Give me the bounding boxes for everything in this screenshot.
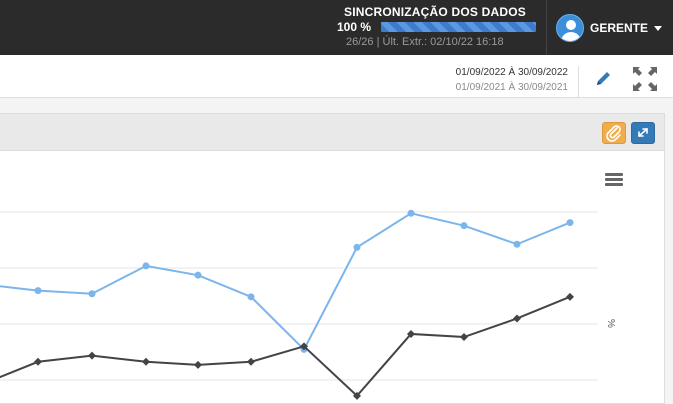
sync-progress-fill [381,22,536,32]
series-line-previous [0,295,571,398]
chart-menu-button[interactable] [605,173,623,189]
data-point[interactable] [353,243,361,251]
data-point[interactable] [566,292,574,301]
data-point[interactable] [513,240,521,248]
chart-panel-header [0,114,664,151]
data-point[interactable] [194,360,202,369]
data-point[interactable] [566,219,574,227]
user-avatar-icon [556,14,584,42]
data-point[interactable] [88,351,96,360]
attach-button[interactable] [602,122,626,144]
data-point[interactable] [460,333,468,342]
topbar-divider [546,0,547,55]
fullscreen-icon [638,128,648,137]
sync-title: SINCRONIZAÇÃO DOS DADOS [344,5,526,19]
data-point[interactable] [34,357,42,366]
sync-subtitle: 26/26 | Últ. Extr.: 02/10/22 16:18 [346,36,504,48]
line-chart [0,209,598,400]
top-bar: SINCRONIZAÇÃO DOS DADOS 100 % 26/26 | Úl… [0,0,673,55]
user-menu-button[interactable]: GERENTE [556,12,663,44]
data-point[interactable] [142,357,150,366]
paperclip-icon [606,125,621,142]
data-point[interactable] [88,290,96,298]
data-point[interactable] [34,287,42,295]
chevron-down-icon [654,25,663,31]
y-axis-label: % [604,319,616,328]
fullscreen-button[interactable] [631,122,655,144]
filter-toolbar: 01/09/2022 À 30/09/2022 01/09/2021 À 30/… [0,55,673,98]
data-point[interactable] [407,209,415,217]
user-name: GERENTE [590,21,649,35]
expand-arrows-icon [633,67,657,91]
data-point[interactable] [513,314,521,323]
pencil-icon [597,72,610,85]
data-point[interactable] [194,271,202,279]
expand-view-button[interactable] [632,66,658,92]
toolbar-divider [578,66,579,98]
compare-date-range[interactable]: 01/09/2021 À 30/09/2021 [456,82,568,93]
sync-percent: 100 % [337,20,372,34]
data-point[interactable] [247,293,255,301]
edit-button[interactable] [594,68,614,88]
sync-progress-bar [381,22,536,32]
date-range[interactable]: 01/09/2022 À 30/09/2022 [456,67,568,78]
data-point[interactable] [247,357,255,366]
data-point[interactable] [142,262,150,270]
data-point[interactable] [460,222,468,230]
